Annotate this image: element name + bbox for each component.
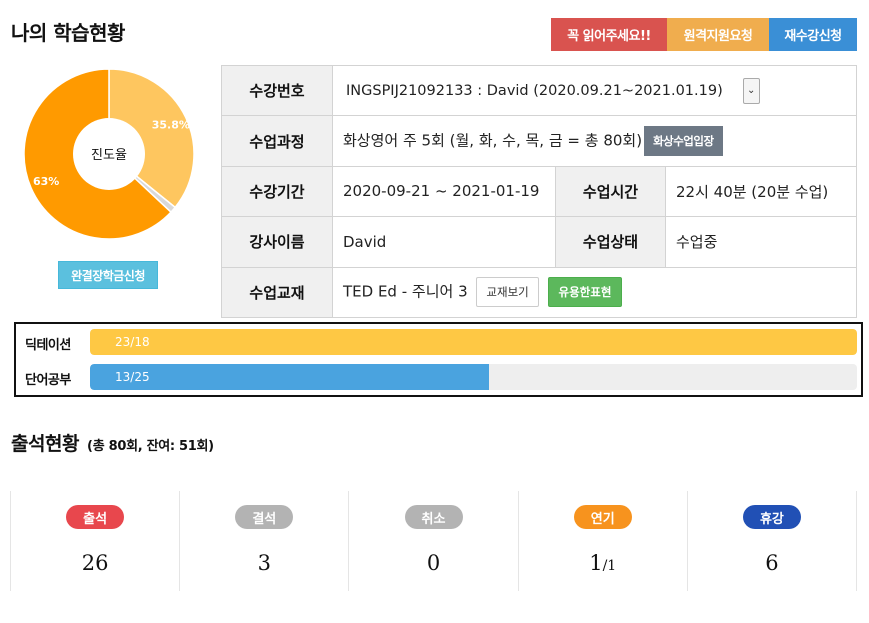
pie-center-label: 진도율 (91, 148, 127, 163)
pie-svg: 35.8% 63% 진도율 (24, 69, 194, 239)
teacher-row: 강사이름 David 수업상태 수업중 (221, 216, 857, 268)
course-number-label: 수강번호 (221, 64, 333, 117)
vocabulary-progress-text: 13/25 (115, 370, 150, 384)
attendance-subtitle: (총 80회, 잔여: 51회) (87, 439, 214, 454)
vocabulary-progress-row: 단어공부 13/25 (16, 364, 861, 390)
vocabulary-progress-fill: 13/25 (90, 364, 489, 390)
count-value: 6 (765, 551, 779, 575)
study-progress-panel: 딕테이션 23/18 단어공부 13/25 (14, 322, 863, 397)
dictation-label: 딕테이션 (25, 338, 71, 353)
top-button-group: 꼭 읽어주세요!! 원격지원요청 재수강신청 (551, 18, 857, 51)
period-row: 수강기간 2020-09-21 ~ 2021-01-19 수업시간 22시 40… (221, 165, 857, 218)
course-info-table: 수강번호 INGSPIJ21092133 : David (2020.09.21… (221, 64, 857, 318)
class-course-row: 수업과정 화상영어 주 5회 (월, 화, 수, 목, 금 = 총 80회) 화상… (221, 115, 857, 167)
class-status-value: 수업중 (665, 216, 857, 268)
useful-expressions-button[interactable]: 유용한표현 (547, 277, 623, 308)
attendance-title: 출석현황 (총 80회, 잔여: 51회) (11, 429, 214, 456)
vocabulary-progress-track: 13/25 (90, 364, 857, 390)
attendance-cell-cancelled: 취소 0 (349, 491, 519, 591)
period-label: 수강기간 (221, 165, 333, 218)
attendance-count-absent: 3 (180, 551, 348, 575)
attendance-count-holiday: 6 (688, 551, 856, 575)
teacher-label: 강사이름 (221, 216, 333, 268)
chevron-down-icon[interactable]: ⌄ (742, 77, 760, 104)
class-time-value: 22시 40분 (20분 수업) (665, 165, 857, 218)
completion-scholarship-button[interactable]: 완결장학금신청 (58, 261, 158, 289)
must-read-button[interactable]: 꼭 읽어주세요!! (551, 18, 667, 51)
count-value: 0 (426, 551, 441, 575)
progress-pie-chart: 35.8% 63% 진도율 (24, 69, 194, 239)
teacher-value: David (332, 216, 556, 268)
pie-slice-label: 63% (33, 175, 59, 188)
dictation-progress-track: 23/18 (90, 329, 857, 355)
page-title: 나의 학습현황 (11, 21, 125, 45)
period-value: 2020-09-21 ~ 2021-01-19 (332, 165, 556, 218)
course-number-row: 수강번호 INGSPIJ21092133 : David (2020.09.21… (221, 64, 857, 117)
attendance-cell-absent: 결석 3 (180, 491, 350, 591)
attendance-cell-postponed: 연기 1/1 (519, 491, 688, 591)
class-time-label: 수업시간 (555, 165, 666, 218)
re-register-button[interactable]: 재수강신청 (769, 18, 857, 51)
class-status-label: 수업상태 (555, 216, 666, 268)
class-course-label: 수업과정 (221, 115, 333, 167)
enter-video-class-button[interactable]: 화상수업입장 (644, 126, 723, 157)
attendance-heading: 출석현황 (11, 433, 79, 455)
count-value: 26 (81, 551, 109, 575)
count-value: 1 (589, 551, 603, 575)
attendance-badge-cancelled: 취소 (404, 505, 463, 529)
attendance-badge-absent: 결석 (235, 505, 294, 529)
view-textbook-button[interactable]: 교재보기 (476, 277, 539, 308)
class-course-cell: 화상영어 주 5회 (월, 화, 수, 목, 금 = 총 80회) 화상수업입장 (332, 115, 857, 167)
attendance-badge-postponed: 연기 (573, 505, 632, 529)
attendance-count-postponed: 1/1 (519, 551, 687, 575)
textbook-value: TED Ed - 주니어 3 (343, 282, 468, 301)
dictation-progress-row: 딕테이션 23/18 (16, 329, 861, 355)
attendance-cell-present: 출석 26 (11, 491, 181, 591)
pie-slice-label: 35.8% (152, 118, 190, 131)
count-value: 3 (257, 551, 271, 575)
attendance-count-cancelled: 0 (349, 551, 517, 575)
textbook-row: 수업교재 TED Ed - 주니어 3 교재보기 유용한표현 (221, 266, 857, 318)
attendance-count-present: 26 (11, 551, 179, 575)
course-number-cell: INGSPIJ21092133 : David (2020.09.21~2021… (332, 64, 857, 117)
dictation-progress-text: 23/18 (115, 335, 150, 349)
textbook-cell: TED Ed - 주니어 3 교재보기 유용한표현 (332, 266, 857, 318)
attendance-grid: 출석 26 결석 3 취소 0 연기 1/1 휴강 6 (10, 491, 858, 591)
textbook-label: 수업교재 (221, 266, 333, 318)
vocabulary-label: 단어공부 (25, 373, 71, 388)
count-suffix: /1 (602, 558, 617, 574)
dictation-progress-fill: 23/18 (90, 329, 857, 355)
course-number-value: INGSPIJ21092133 : David (2020.09.21~2021… (346, 82, 723, 99)
class-course-value: 화상영어 주 5회 (월, 화, 수, 목, 금 = 총 80회) (343, 131, 643, 150)
attendance-badge-present: 출석 (66, 505, 125, 529)
remote-support-button[interactable]: 원격지원요청 (667, 18, 769, 51)
attendance-cell-holiday: 휴강 6 (688, 491, 858, 591)
attendance-badge-holiday: 휴강 (742, 505, 801, 529)
course-number-select[interactable]: INGSPIJ21092133 : David (2020.09.21~2021… (343, 77, 766, 105)
